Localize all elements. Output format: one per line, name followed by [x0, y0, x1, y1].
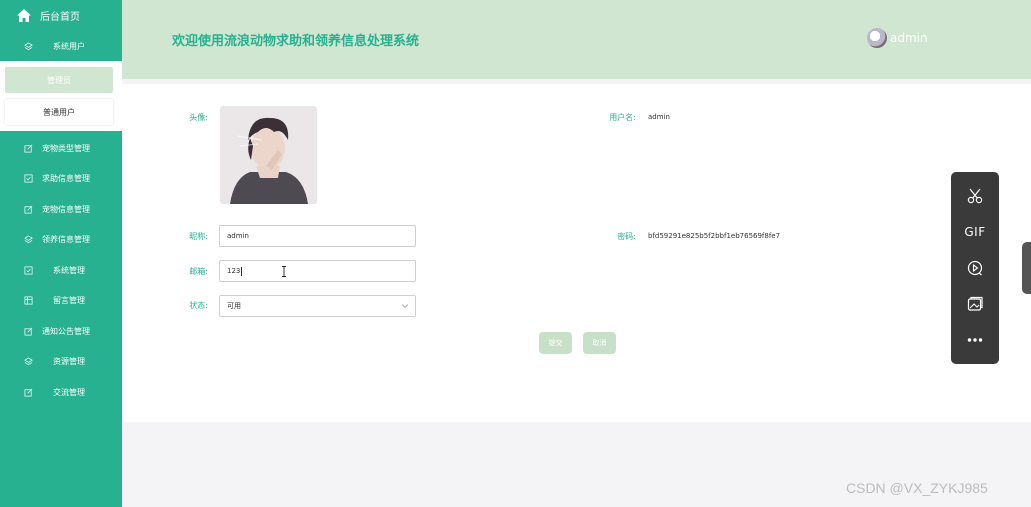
sidebar-item-label: 通知公告管理 — [42, 326, 90, 336]
edit-icon — [22, 205, 34, 214]
sidebar-item-label: 宠物类型管理 — [42, 143, 90, 153]
ibeam-cursor-icon — [282, 266, 286, 277]
sidebar-item-label: 交流管理 — [53, 387, 85, 397]
more-icon[interactable] — [963, 330, 987, 350]
sidebar-item-notice[interactable]: 通知公告管理 — [0, 321, 122, 341]
sidebar-submenu: 管理员 普通用户 — [0, 61, 122, 131]
email-value: 123 — [227, 267, 241, 275]
email-label: 邮箱: — [189, 267, 208, 276]
sidebar-item-help-info[interactable]: 求助信息管理 — [0, 168, 122, 188]
nickname-value: admin — [227, 232, 249, 240]
sidebar-item-pet-type[interactable]: 宠物类型管理 — [0, 138, 122, 158]
submit-button[interactable]: 提交 — [539, 332, 572, 354]
gif-icon[interactable]: GIF — [963, 222, 987, 242]
profile-form: 头像: 用户名: admin 昵称: admin 密码: bfd59291e82… — [122, 84, 1031, 422]
username-value: admin — [648, 113, 670, 121]
layers-icon — [22, 356, 34, 366]
header-user-menu[interactable]: admin — [867, 28, 928, 48]
avatar-label: 头像: — [189, 113, 208, 122]
text-caret — [241, 266, 243, 276]
sidebar-item-label: 求助信息管理 — [42, 173, 90, 183]
email-input[interactable]: 123 — [219, 260, 416, 282]
home-icon — [17, 8, 31, 22]
edit-icon — [22, 388, 34, 397]
sidebar-subitem-admin[interactable]: 管理员 — [5, 67, 113, 93]
avatar — [867, 28, 887, 48]
nickname-input[interactable]: admin — [219, 225, 416, 247]
table-icon — [22, 296, 34, 305]
sidebar-item-label: 系统用户 — [53, 41, 85, 51]
sidebar-item-label: 资源管理 — [53, 356, 85, 366]
check-square-icon — [22, 266, 34, 275]
sidebar: 后台首页 系统用户 管理员 普通用户 宠物类型管理 求助信息管理 宠物信息管理 … — [0, 0, 122, 507]
password-value: bfd59291e825b5f2bbf1eb76569f8fe7 — [648, 232, 781, 240]
top-header: 欢迎使用流浪动物求助和领养信息处理系统 admin — [122, 0, 1031, 79]
sidebar-item-label: 留言管理 — [53, 295, 85, 305]
layers-icon — [22, 41, 34, 51]
sidebar-item-label: 领养信息管理 — [42, 234, 90, 244]
sidebar-item-adoption-info[interactable]: 领养信息管理 — [0, 229, 122, 249]
status-label: 状态: — [189, 301, 208, 310]
play-circle-icon[interactable] — [963, 258, 987, 278]
chevron-down-icon — [401, 304, 409, 309]
edit-icon — [22, 327, 34, 336]
page-title: 欢迎使用流浪动物求助和领养信息处理系统 — [172, 34, 420, 49]
image-icon[interactable] — [963, 294, 987, 314]
sidebar-item-system[interactable]: 系统管理 — [0, 260, 122, 280]
sidebar-item-exchange[interactable]: 交流管理 — [0, 382, 122, 402]
status-select[interactable]: 可用 — [219, 295, 416, 317]
cancel-button[interactable]: 取消 — [583, 332, 616, 354]
sidebar-item-resource[interactable]: 资源管理 — [0, 351, 122, 371]
sidebar-item-label: 宠物信息管理 — [42, 204, 90, 214]
header-username: admin — [890, 31, 928, 45]
scissors-icon[interactable] — [963, 186, 987, 206]
sidebar-item-message[interactable]: 留言管理 — [0, 290, 122, 310]
check-square-icon — [22, 174, 34, 183]
nickname-label: 昵称: — [189, 232, 208, 241]
sidebar-home[interactable]: 后台首页 — [0, 0, 122, 30]
sidebar-item-pet-info[interactable]: 宠物信息管理 — [0, 199, 122, 219]
sidebar-subitem-normal-user[interactable]: 普通用户 — [5, 99, 113, 125]
status-value: 可用 — [227, 302, 241, 310]
layers-icon — [22, 234, 34, 244]
sidebar-home-label: 后台首页 — [40, 11, 80, 23]
password-label: 密码: — [617, 232, 636, 241]
avatar-image[interactable] — [220, 106, 317, 204]
floating-toolbar: GIF — [951, 172, 999, 364]
username-label: 用户名: — [609, 113, 636, 122]
sidebar-item-label: 系统管理 — [53, 265, 85, 275]
edit-icon — [22, 144, 34, 153]
sidebar-item-system-user[interactable]: 系统用户 — [0, 36, 122, 56]
watermark: CSDN @VX_ZYKJ985 — [846, 480, 988, 496]
side-edge-tab[interactable] — [1022, 242, 1031, 294]
portrait-image — [220, 106, 317, 204]
gif-label: GIF — [964, 225, 986, 239]
